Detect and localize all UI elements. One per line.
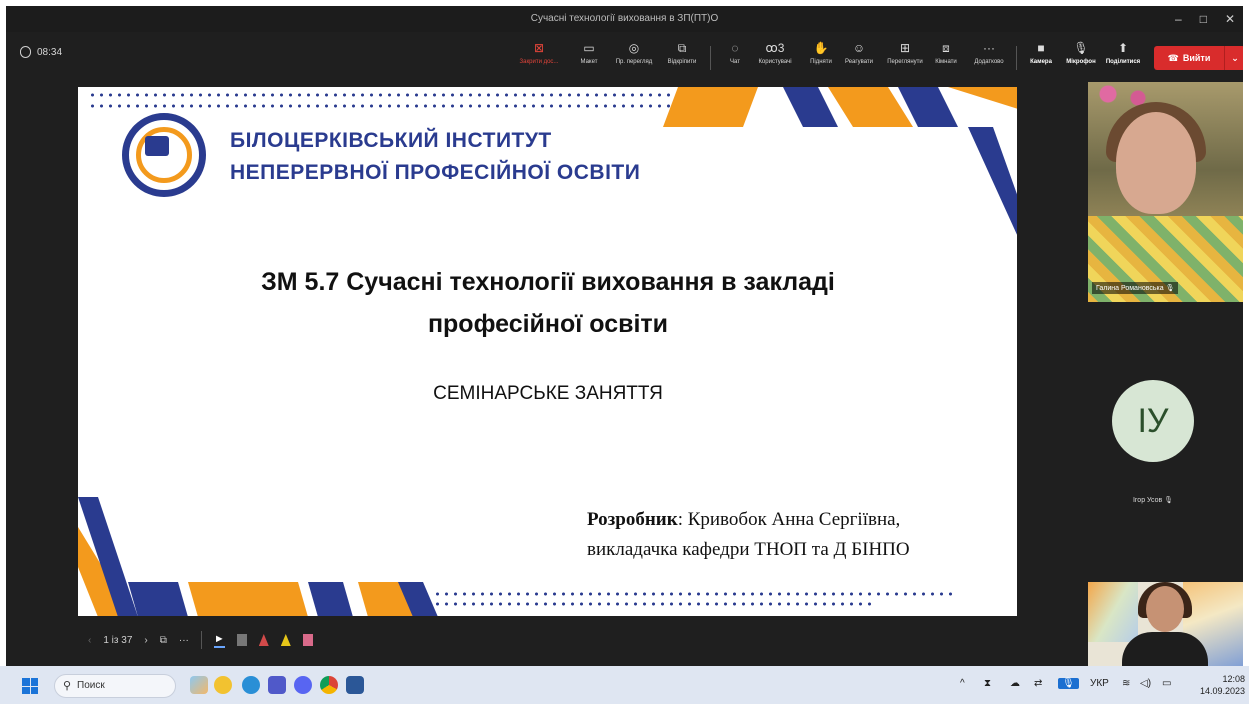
top-stripes (663, 87, 1017, 235)
app-icon[interactable] (214, 676, 232, 694)
toolbar-divider (1016, 46, 1017, 70)
more-icon: ··· (983, 41, 995, 55)
toolbar-divider (710, 46, 711, 70)
more-button[interactable]: ··· Додатково (966, 38, 1012, 74)
discord-icon[interactable] (294, 676, 312, 694)
decorative-dots (433, 602, 873, 606)
window-controls: – □ ✕ (1175, 6, 1235, 32)
microphone-off-icon: 🎙 (1165, 285, 1175, 292)
institute-logo (122, 113, 206, 197)
meeting-window: Сучасні технології виховання в ЗП(ПТ)О –… (6, 6, 1243, 698)
avatar: ІУ (1112, 380, 1194, 462)
participant-tile[interactable]: ІУ Ігор Усов 🎙 (1088, 330, 1243, 530)
taskbar-clock[interactable]: 12:08 14.09.2023 (1200, 673, 1245, 697)
view-icon: ⊞ (899, 41, 911, 55)
taskbar-search[interactable]: ⚲ Поиск (54, 674, 176, 698)
timer-text: 08:34 (37, 46, 63, 58)
phone-hangup-icon: ☎ (1167, 52, 1179, 63)
windows-taskbar: ⚲ Поиск ^ ⧗ ☁ ⇄ 🎙 УКР ≋ ◁) ▭ 12:08 14.09… (0, 666, 1249, 704)
author-label: Розробник (587, 509, 678, 530)
slide-grid-icon[interactable]: ⧉ (160, 635, 167, 646)
participant-name: Галина Романовська 🎙 (1092, 282, 1179, 294)
wifi-icon[interactable]: ≋ (1122, 678, 1130, 689)
slide-subtitle: СЕМІНАРСЬКЕ ЗАНЯТТЯ (433, 383, 663, 404)
teams-icon[interactable] (268, 676, 286, 694)
tray-app-icon[interactable]: ⧗ (984, 678, 991, 689)
close-button[interactable]: ✕ (1225, 6, 1235, 32)
pointer-icon[interactable]: ► (213, 633, 225, 648)
participant-video[interactable]: Галина Романовська 🎙 (1088, 82, 1243, 302)
participant-name: Ігор Усов 🎙 (1132, 497, 1174, 504)
telegram-icon[interactable] (242, 676, 260, 694)
chrome-icon[interactable] (320, 676, 338, 694)
self-video[interactable] (1088, 582, 1243, 670)
prev-slide-icon[interactable]: ‹ (88, 635, 91, 646)
people-icon: ꝏ3 (765, 41, 785, 55)
chevron-down-icon[interactable]: ⌄ (1225, 53, 1243, 64)
meeting-stage: БІЛОЦЕРКІВСЬКИЙ ІНСТИТУТ НЕПЕРЕРВНОЇ ПРО… (6, 78, 1243, 672)
leave-label: Вийти (1182, 53, 1211, 63)
rooms-icon: ⧈ (942, 41, 950, 55)
next-slide-icon[interactable]: › (144, 635, 147, 646)
react-button[interactable]: ☺ Реагувати (836, 38, 882, 74)
layout-button[interactable]: ▭ Макет (566, 38, 612, 74)
slide-navigation: ‹ 1 із 37 › ⧉ ··· ► (88, 630, 313, 650)
close-share-icon: ⊠ (533, 41, 545, 55)
decorative-dots (88, 104, 708, 108)
highlighter-icon[interactable] (280, 634, 291, 646)
preview-button[interactable]: ◎ Пр. перегляд (611, 38, 657, 74)
layout-icon: ▭ (583, 41, 595, 55)
author-role: викладачка кафедри ТНОП та Д БІНПО (587, 539, 910, 560)
rooms-button[interactable]: ⧈ Кімнати (923, 38, 969, 74)
meeting-timer: 08:34 (20, 46, 62, 58)
view-button[interactable]: ⊞ Переглянути (882, 38, 928, 74)
volume-icon[interactable]: ◁) (1140, 678, 1151, 689)
battery-icon[interactable]: ▭ (1162, 678, 1171, 689)
pen-pink-icon[interactable] (302, 634, 313, 646)
shield-icon (20, 46, 31, 58)
institute-name: БІЛОЦЕРКІВСЬКИЙ ІНСТИТУТ НЕПЕРЕРВНОЇ ПРО… (230, 129, 641, 184)
bottom-stripes (78, 497, 438, 616)
share-icon: ⬆ (1117, 41, 1129, 55)
slide-title: ЗМ 5.7 Сучасні технології виховання в за… (261, 268, 835, 338)
word-icon[interactable] (346, 676, 364, 694)
language-indicator[interactable]: УКР (1090, 678, 1109, 689)
unpin-button[interactable]: ⧉ Відкріпити (659, 38, 705, 74)
share-button[interactable]: ⬆ Поділитися (1100, 38, 1146, 74)
meeting-toolbar: 08:34 ⊠ Закрити дос... ▭ Макет ◎ Пр. пер… (6, 32, 1243, 78)
pen-red-icon[interactable] (258, 634, 269, 646)
people-button[interactable]: ꝏ3 Користувачі (752, 38, 798, 74)
window-title: Сучасні технології виховання в ЗП(ПТ)О (530, 13, 719, 24)
leave-button[interactable]: ☎ Вийти ⌄ (1154, 46, 1243, 70)
microphone-button[interactable]: 🎙 Мікрофон (1058, 38, 1104, 74)
microphone-icon: 🎙 (1073, 41, 1089, 55)
decorative-dots (88, 93, 678, 97)
author-name: : Кривобок Анна Сергіївна, (677, 509, 901, 530)
decorative-dots (433, 592, 953, 596)
leave-main[interactable]: ☎ Вийти (1154, 46, 1225, 70)
microphone-tray-icon[interactable]: 🎙 (1058, 678, 1079, 689)
cloud-icon[interactable]: ☁ (1010, 678, 1020, 689)
minimize-button[interactable]: – (1175, 6, 1182, 32)
stop-sharing-button[interactable]: ⊠ Закрити дос... (516, 38, 562, 74)
photos-app-icon[interactable] (190, 676, 208, 694)
slide-more-icon[interactable]: ··· (179, 635, 189, 646)
network-icon[interactable]: ⇄ (1034, 678, 1042, 689)
slide-author: Розробник: Кривобок Анна Сергіївна, викл… (587, 505, 910, 565)
preview-icon: ◎ (628, 41, 640, 55)
microphone-off-icon: 🎙 (1164, 497, 1174, 504)
chevron-up-icon[interactable]: ^ (960, 678, 965, 689)
unpin-icon: ⧉ (677, 41, 687, 55)
search-icon: ⚲ (63, 680, 72, 692)
react-icon: ☺ (852, 41, 866, 55)
maximize-button[interactable]: □ (1200, 6, 1207, 32)
eraser-icon[interactable] (236, 634, 247, 646)
nav-divider (200, 631, 202, 649)
title-bar: Сучасні технології виховання в ЗП(ПТ)О –… (6, 6, 1243, 32)
windows-start-icon[interactable] (22, 678, 38, 694)
slide-counter: 1 із 37 (103, 634, 133, 646)
presentation-slide: БІЛОЦЕРКІВСЬКИЙ ІНСТИТУТ НЕПЕРЕРВНОЇ ПРО… (78, 87, 1017, 616)
